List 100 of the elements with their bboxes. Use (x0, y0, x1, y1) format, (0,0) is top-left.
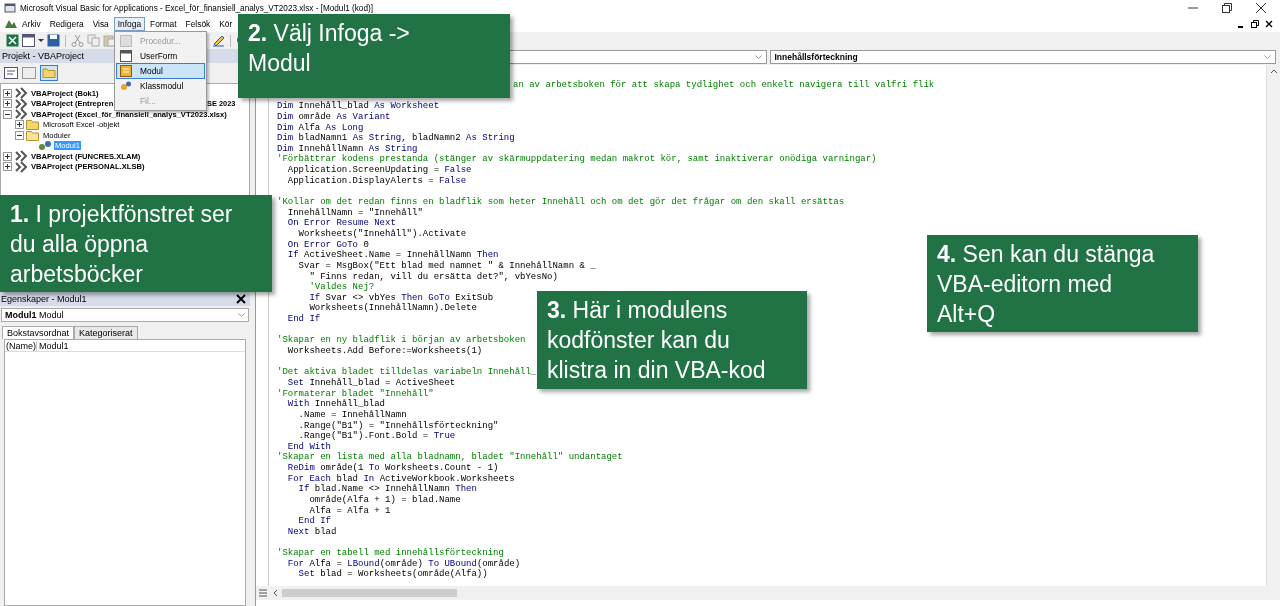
code-line: Dim område As Variant (277, 111, 391, 123)
code-line: With Innehåll_blad (286, 399, 386, 410)
code-line: " Finns redan, vill du ersätta det?", vbYesNo) (308, 271, 558, 282)
code-line: 'Förbättrar kodens prestanda (stänger av skärmuppdatering medan makrot kör, samt inaktiverar onödiga varningar) (277, 154, 877, 165)
code-line: 'Skapar en ny bladflik i början av arbetsboken (277, 335, 526, 346)
code-line: 'Kollar om det redan finns en bladflik som heter Innehåll och om det gör det frågar om den skall ersättas (277, 197, 845, 208)
window-title: Microsoft Visual Basic for Applications - Excel_för_finansiell_analys_VT2023.xlsx - [Modul1 (kod)] (20, 3, 373, 13)
code-line: Alfa = Alfa + 1 (308, 505, 391, 516)
code-line: End If (297, 516, 331, 527)
code-line: 'Skapar en lista med alla bladnamn, bladet "Innehåll" undantaget (277, 452, 623, 463)
scroll-left-icon[interactable] (272, 589, 278, 597)
menu-item[interactable]: Format (146, 17, 181, 31)
vba-icon (4, 18, 18, 30)
code-line: For Each blad In ActiveWorkbook.Worksheets (286, 473, 515, 484)
menu-item[interactable]: Visa (88, 17, 113, 31)
procedure-dropdown[interactable]: Innehållsförteckning (769, 50, 1276, 64)
code-line: Dim Alfa As Long (277, 122, 364, 133)
code-line: End If (286, 314, 321, 325)
code-line: ReDim område(1 To Worksheets.Count - 1) (286, 463, 499, 474)
tab[interactable]: Bokstavsordnat (2, 326, 75, 339)
expand-icon[interactable] (3, 162, 12, 172)
code-line: Worksheets(InnehållNamn).Delete (308, 303, 477, 314)
menu-item[interactable]: Arkiv (18, 17, 45, 31)
design-icon[interactable] (212, 34, 225, 47)
close-icon[interactable] (1256, 3, 1266, 13)
code-line: .Range("B1").Font.Bold = True (297, 431, 456, 442)
project-icon (14, 150, 28, 163)
menu-item[interactable]: UserForm (116, 48, 205, 64)
chevron-icon (754, 54, 762, 60)
module-icon (38, 140, 52, 152)
code-line: Dim InnehållNamn As String (277, 143, 418, 154)
code-line: Set blad = Worksheets(område(Alfa)) (297, 569, 488, 581)
toggle-folders-icon[interactable] (40, 65, 58, 81)
procedure-icon (120, 34, 132, 47)
code-line: Application.DisplayAlerts = False (286, 175, 467, 187)
excel-icon[interactable] (6, 34, 19, 47)
folder-icon (26, 129, 40, 141)
code-line: If blad.Name <> InnehållNamn Then (297, 484, 477, 495)
code-line: 'Valdes Nej? (308, 282, 375, 293)
module-icon (120, 64, 132, 77)
code-line: Worksheets.Add Before:=Worksheets(1) (286, 346, 483, 357)
callout-text: 1. I projektfönstret ser du alla öppna arbetsböcker (10, 200, 234, 289)
project-icon (14, 108, 28, 121)
code-line: On Error Resume Next (286, 218, 396, 229)
code-line: Dim bladNamn1 As String, bladNamn2 As String (277, 133, 515, 144)
code-line: område(Alfa + 1) = blad.Name (308, 495, 461, 506)
code-line: InnehållNamn = "Innehåll" (286, 207, 423, 219)
callout-text: 3. Här i modulens kodfönster kan du klistra in din VBA-kod (547, 296, 767, 385)
code-line: For Alfa = LBound(område) To UBound(område) (286, 558, 521, 569)
scrollbar[interactable] (1266, 65, 1280, 586)
callout-text: 2. Välj Infoga -> Modul (248, 19, 411, 78)
expand-icon[interactable] (15, 120, 24, 130)
chevron-icon (238, 312, 245, 318)
menu-item[interactable]: Infoga (113, 17, 146, 31)
tab[interactable]: Kategoriserat (74, 326, 138, 339)
close-icon[interactable] (1265, 20, 1273, 28)
scrollbar-thumb[interactable] (282, 589, 457, 597)
code-line: Application.ScreenUpdating = False (286, 165, 472, 176)
menu-item[interactable]: Redigera (45, 17, 88, 31)
code-line: 'Skapar en tabell med innehållsförteckning (277, 548, 504, 559)
close-icon[interactable] (236, 294, 246, 304)
collapse-icon[interactable] (3, 109, 12, 119)
form-icon[interactable] (22, 34, 35, 47)
expand-icon[interactable] (3, 99, 12, 109)
menu-item[interactable]: Modul (116, 63, 205, 79)
collapse-icon[interactable] (15, 130, 24, 140)
restore-icon[interactable] (1251, 20, 1259, 28)
expand-icon[interactable] (3, 88, 12, 98)
code-line: Dim Innehåll_blad As Worksheet (277, 101, 440, 112)
code-line: Worksheets("Innehåll").Activate (297, 228, 467, 240)
callout-text: 4. Sen kan du stänga VBA-editorn med Alt+Q (937, 240, 1156, 329)
code-line: .Name = InnehållNamn (297, 409, 407, 421)
restore-icon[interactable] (1222, 3, 1232, 13)
class-icon (120, 80, 132, 93)
project-icon (14, 160, 28, 173)
save-icon[interactable] (47, 34, 60, 47)
code-line: an av arbetsboken för att skapa tydlighet och enkelt navigera till valfri flik (512, 80, 935, 91)
menu-item[interactable]: Felsök (181, 17, 215, 31)
menu-item[interactable]: Klassmodul (116, 78, 205, 94)
menu-item[interactable]: Kör (215, 17, 237, 31)
chevron-icon (1264, 54, 1271, 60)
object-dropdown[interactable]: Modul1 Modul (1, 308, 249, 322)
project-icon (14, 97, 28, 110)
code-line: .Range("B1") = "Innehållsförteckning" (297, 420, 499, 431)
property-name: (Name) (5, 340, 37, 351)
code-line: Set Innehåll_blad = ActiveSheet (286, 377, 456, 389)
code-line: 'Det aktiva bladet tilldelas variabeln Innehåll_ (277, 367, 537, 378)
expand-icon[interactable] (3, 151, 12, 161)
code-line: If Svar <> vbYes Then GoTo ExitSub (308, 292, 494, 303)
view-code-icon[interactable] (4, 67, 18, 79)
property-value[interactable]: Modul1 (37, 340, 69, 351)
code-line: 'Formaterar bladet "Innehåll" (277, 388, 434, 399)
code-line: If ActiveSheet.Name = InnehållNamn Then (286, 250, 499, 261)
panel-title: Egenskaper - Modul1 (1, 294, 87, 304)
scroll-up-icon[interactable] (1269, 68, 1278, 74)
folder-icon (26, 119, 40, 131)
form-icon (120, 49, 132, 62)
project-icon (14, 87, 28, 100)
code-line: End With (286, 441, 331, 452)
app-icon (4, 2, 16, 14)
